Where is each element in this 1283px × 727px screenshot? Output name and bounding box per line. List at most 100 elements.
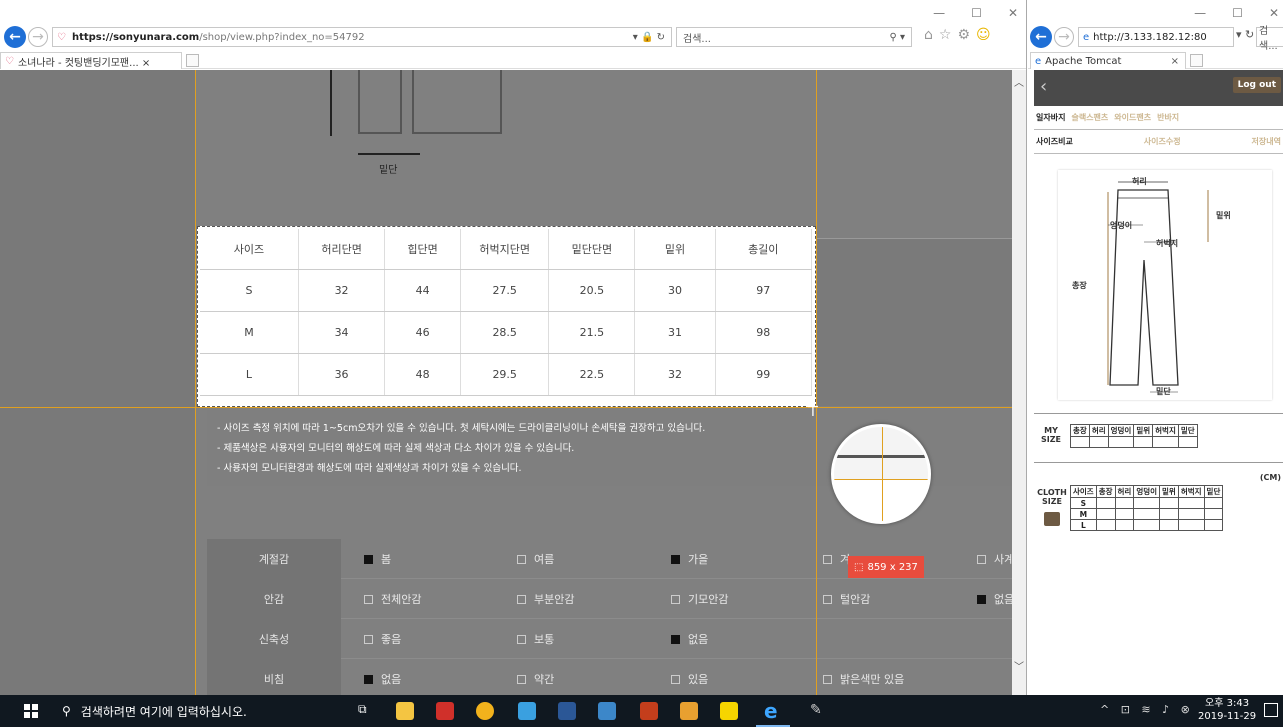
maximize-icon[interactable]: ☐: [971, 6, 982, 20]
cloth-size-cell[interactable]: [1177, 519, 1205, 531]
checkbox-icon[interactable]: [364, 634, 373, 644]
checkbox-icon[interactable]: [671, 634, 680, 644]
category-tab[interactable]: 슬랙스팬츠: [1071, 112, 1108, 123]
my-size-input[interactable]: [1088, 436, 1109, 448]
forward-button[interactable]: →: [28, 27, 48, 47]
system-tray-icons[interactable]: ^ ⊡ ≋ ♪ ⊗: [1100, 703, 1194, 716]
attribute-option[interactable]: 가을: [671, 539, 708, 579]
acrobat-icon[interactable]: [436, 702, 454, 720]
category-tab[interactable]: 와이드팬츠: [1114, 112, 1151, 123]
attribute-option[interactable]: 봄: [364, 539, 391, 579]
windows-start-icon[interactable]: [24, 704, 38, 718]
scroll-down-icon[interactable]: ﹀: [1014, 658, 1024, 673]
attribute-option[interactable]: 없음: [364, 659, 401, 695]
sub-tab[interactable]: 사이즈비교: [1036, 136, 1073, 147]
attribute-option[interactable]: 약간: [517, 659, 554, 695]
scroll-up-icon[interactable]: ︿: [1014, 74, 1024, 89]
checkbox-icon[interactable]: [823, 674, 832, 684]
checkbox-icon[interactable]: [517, 674, 526, 684]
checkbox-icon[interactable]: [364, 594, 373, 604]
checkbox-icon[interactable]: [977, 554, 986, 564]
checkbox-icon[interactable]: [364, 674, 373, 684]
my-size-input[interactable]: [1107, 436, 1135, 448]
favorites-icon[interactable]: ☆: [939, 27, 958, 43]
attribute-option[interactable]: 부분안감: [517, 579, 574, 619]
search-field[interactable]: 검색...: [1256, 26, 1283, 52]
tab-tomcat[interactable]: e Apache Tomcat ×: [1030, 52, 1186, 69]
kakaotalk-icon[interactable]: [720, 702, 738, 720]
attribute-option[interactable]: 보통: [517, 619, 554, 659]
attribute-option[interactable]: 밝은색만 있음: [823, 659, 904, 695]
back-button[interactable]: ←: [4, 26, 26, 48]
checkbox-icon[interactable]: [517, 634, 526, 644]
chrome-icon[interactable]: [476, 702, 494, 720]
attribute-option[interactable]: 겨: [823, 539, 850, 579]
close-icon[interactable]: ✕: [1008, 6, 1018, 20]
attribute-option[interactable]: 좋음: [364, 619, 401, 659]
cloth-size-cell[interactable]: [1159, 497, 1179, 509]
app-icon[interactable]: [680, 702, 698, 720]
clock[interactable]: 오후 3:43 2019-11-29: [1198, 697, 1256, 723]
cloth-size-cell[interactable]: [1203, 497, 1224, 509]
cloth-size-cell[interactable]: [1159, 519, 1179, 531]
app-icon[interactable]: [598, 702, 616, 720]
smiley-icon[interactable]: ☺: [976, 27, 997, 43]
checkbox-icon[interactable]: [977, 594, 986, 604]
close-tab-icon[interactable]: ×: [1171, 56, 1179, 67]
close-icon[interactable]: ✕: [1269, 6, 1279, 20]
app-icon[interactable]: [518, 702, 536, 720]
cloth-size-cell[interactable]: [1203, 508, 1224, 520]
refresh-icon[interactable]: ▾ ↻: [1236, 28, 1254, 41]
category-tab[interactable]: 일자바지: [1036, 112, 1065, 123]
maximize-icon[interactable]: ☐: [1232, 6, 1243, 20]
app-icon[interactable]: ✎: [810, 702, 828, 720]
cloth-size-cell[interactable]: [1133, 519, 1161, 531]
checkbox-icon[interactable]: [671, 674, 680, 684]
checkbox-icon[interactable]: [671, 554, 680, 564]
checkbox-icon[interactable]: [823, 594, 832, 604]
cloth-size-cell[interactable]: [1095, 519, 1116, 531]
cloth-size-cell[interactable]: [1203, 519, 1224, 531]
cloth-size-cell[interactable]: [1177, 497, 1205, 509]
new-tab-button[interactable]: [1190, 54, 1203, 67]
cloth-size-cell[interactable]: [1114, 508, 1135, 520]
internet-explorer-icon[interactable]: e: [764, 701, 782, 721]
attribute-option[interactable]: 털안감: [823, 579, 870, 619]
checkbox-icon[interactable]: [823, 554, 832, 564]
my-size-input[interactable]: [1133, 436, 1154, 448]
word-icon[interactable]: [558, 702, 576, 720]
search-icon[interactable]: ⚲ ▾: [889, 32, 905, 43]
attribute-option[interactable]: 사계: [977, 539, 1013, 579]
category-tab[interactable]: 반바지: [1157, 112, 1179, 123]
file-explorer-icon[interactable]: [396, 702, 414, 720]
gear-icon[interactable]: ⚙: [957, 27, 976, 43]
attribute-option[interactable]: 전체안감: [364, 579, 421, 619]
tab-sonyunara[interactable]: ♡ 소녀나라 - 컷팅밴딩기모팬... ×: [0, 52, 182, 69]
url-controls-icon[interactable]: ▾ 🔒 ↻: [633, 32, 665, 43]
powerpoint-icon[interactable]: [640, 702, 658, 720]
checkbox-icon[interactable]: [671, 594, 680, 604]
checkbox-icon[interactable]: [517, 554, 526, 564]
notification-icon[interactable]: [1264, 703, 1278, 717]
home-icon[interactable]: ⌂: [924, 27, 939, 43]
cloth-size-cell[interactable]: [1114, 519, 1135, 531]
url-field[interactable]: e http://3.133.182.12:80: [1078, 27, 1234, 47]
new-tab-button[interactable]: [186, 54, 199, 67]
cloth-size-cell[interactable]: [1133, 508, 1161, 520]
cloth-size-cell[interactable]: [1114, 497, 1135, 509]
logout-button[interactable]: Log out: [1232, 77, 1281, 93]
sub-tab[interactable]: 사이즈수정: [1144, 136, 1181, 147]
search-field[interactable]: 검색... ⚲ ▾: [676, 27, 912, 47]
attribute-option[interactable]: 있음: [671, 659, 708, 695]
my-size-input[interactable]: [1070, 436, 1090, 448]
attribute-option[interactable]: 기모안감: [671, 579, 728, 619]
url-field[interactable]: ♡ https://sonyunara.com/shop/view.php?in…: [52, 27, 672, 47]
forward-button[interactable]: →: [1054, 27, 1074, 47]
taskbar-search[interactable]: ⚲ 검색하려면 여기에 입력하십시오.: [52, 695, 342, 727]
checkbox-icon[interactable]: [364, 554, 373, 564]
task-view-icon[interactable]: ⧉: [358, 702, 376, 720]
my-size-input[interactable]: [1177, 436, 1198, 448]
cloth-size-cell[interactable]: [1095, 508, 1116, 520]
minimize-icon[interactable]: —: [1194, 6, 1206, 20]
camera-icon[interactable]: [1044, 512, 1060, 526]
